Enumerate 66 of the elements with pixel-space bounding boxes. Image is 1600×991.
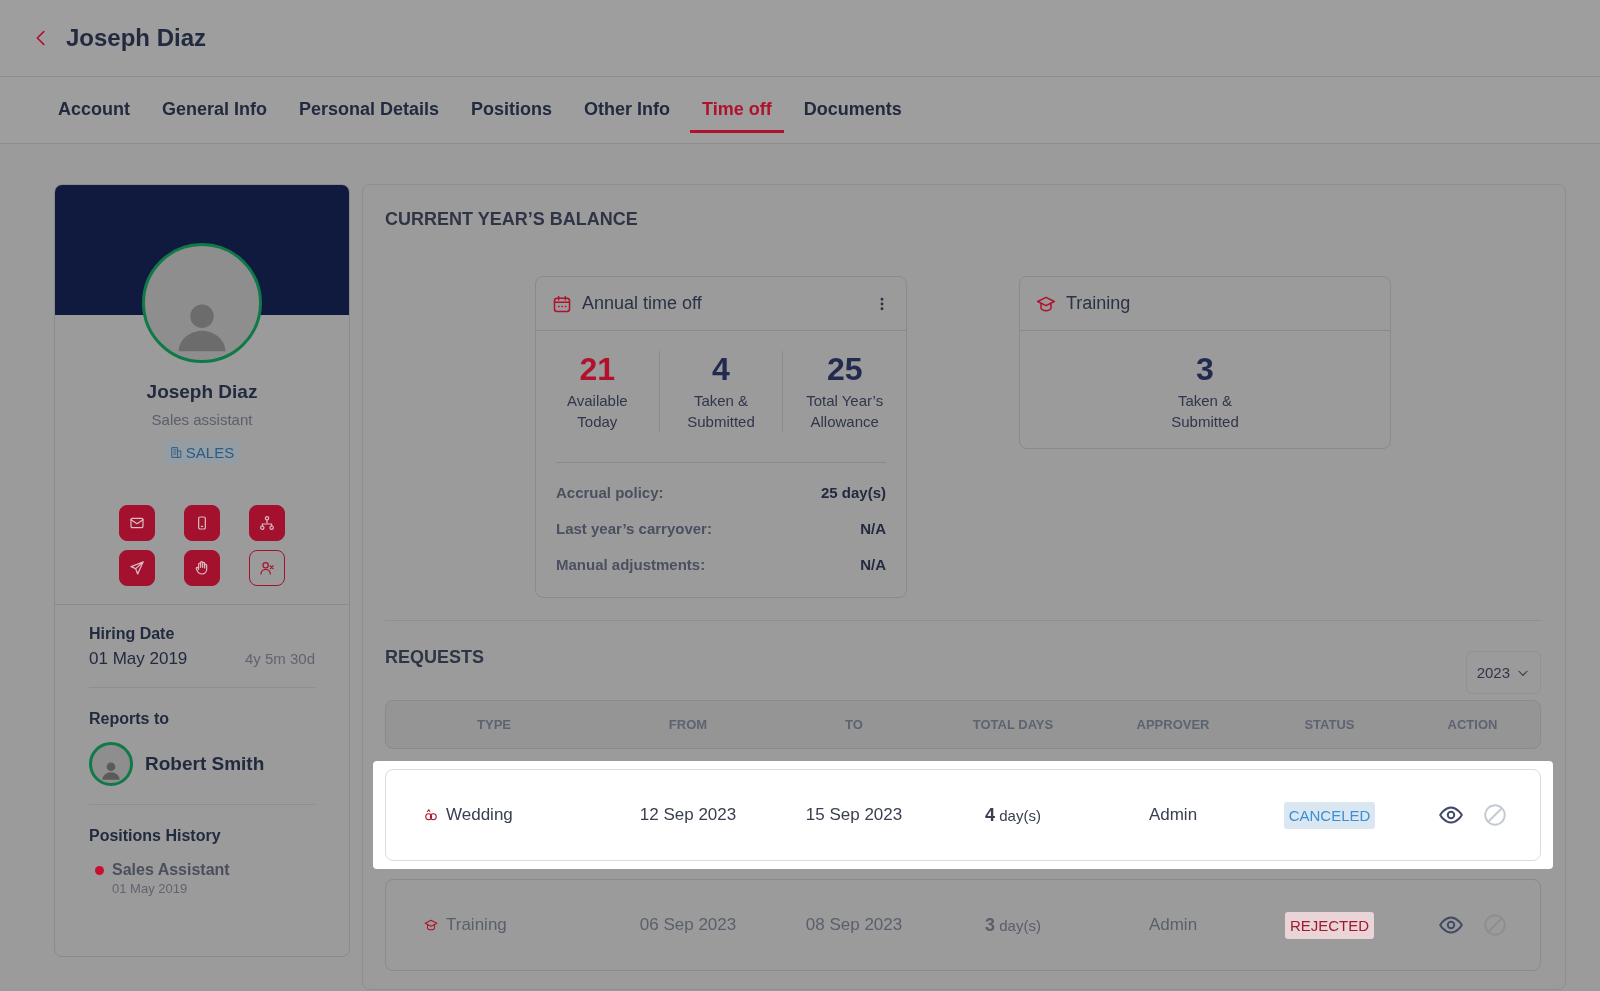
tab[interactable]: Documents [791,77,914,133]
status-badge: CANCELED [1283,801,1376,829]
tab[interactable]: Personal Details [287,77,452,133]
tab[interactable]: Other Info [572,77,683,133]
total-days: 3 day(s) [985,914,1041,936]
calendar-icon [552,293,572,314]
contact-action-button[interactable] [119,505,155,541]
table-cell-text: Admin [1147,915,1199,935]
detail-value: 25 day(s) [820,484,886,501]
contact-action-button[interactable] [249,550,285,586]
year-dropdown[interactable]: 2023 [1465,651,1541,694]
rings-icon [424,808,438,822]
contact-action-button[interactable] [119,550,155,586]
stat-label: Taken & Submitted [1170,391,1240,432]
tab[interactable]: Account [46,77,142,133]
total-days: 4 day(s) [985,804,1041,826]
hierarchy-icon [259,515,275,531]
stat-value: 25 [825,351,864,388]
tab[interactable]: General Info [150,77,280,133]
detail-value: N/A [860,556,886,573]
table-row[interactable]: Wedding 12 Sep 2023 15 Sep 2023 4 day(s) Admin CANCELED [385,769,1541,861]
detail-label: Accrual policy: [556,484,664,501]
stat-value: 21 [578,351,617,388]
card-title: Training [1066,293,1132,314]
page-title: Joseph Diaz [66,24,207,52]
contact-action-button[interactable] [249,505,285,541]
section-heading: CURRENT YEAR’S BALANCE [385,209,639,230]
stat-label: Total Year’s Allowance [805,391,885,432]
detail-value: N/A [860,520,886,537]
section-label: Positions History [89,827,222,845]
position-title: Sales Assistant [112,861,230,879]
graduation-cap-icon [424,918,438,932]
leave-type: Training [446,915,507,935]
building-icon [169,446,183,459]
contact-action-button[interactable] [184,550,220,586]
stat-label: Taken & Submitted [686,391,756,432]
profile-name: Joseph Diaz [146,381,258,403]
table-cell-text: Admin [1147,805,1199,825]
hiring-date: 01 May 2019 [89,649,188,669]
section-heading: REQUESTS [385,647,485,668]
table-cell-text: 06 Sep 2023 [638,915,738,935]
envelope-icon [129,515,145,531]
section-label: Hiring Date [89,625,176,643]
detail-label: Last year’s carryover: [556,520,712,537]
status-badge: REJECTED [1284,911,1375,939]
leave-type: Wedding [446,805,513,825]
stat-label: Available Today [566,391,629,432]
hand-icon [194,560,210,576]
tab[interactable]: Positions [459,77,565,133]
card-title: Annual time off [582,293,703,314]
paper-plane-icon [129,560,145,576]
contact-action-button[interactable] [184,505,220,541]
prohibited-icon [1481,802,1508,828]
manager-name: Robert Smith [145,753,265,775]
tenure: 4y 5m 30d [244,650,315,667]
table-cell-text: 12 Sep 2023 [638,805,738,825]
profile-role: Sales assistant [151,411,253,428]
user-remove-icon [259,560,275,576]
detail-label: Manual adjustments: [556,556,706,573]
section-label: Reports to [89,710,170,728]
table-cell-text: 08 Sep 2023 [804,915,904,935]
table-cell-text: 15 Sep 2023 [804,805,904,825]
stat-value: 3 [1195,351,1215,388]
department-label: SALES [185,444,235,461]
stat-value: 4 [711,351,731,388]
position-date: 01 May 2019 [112,881,189,896]
